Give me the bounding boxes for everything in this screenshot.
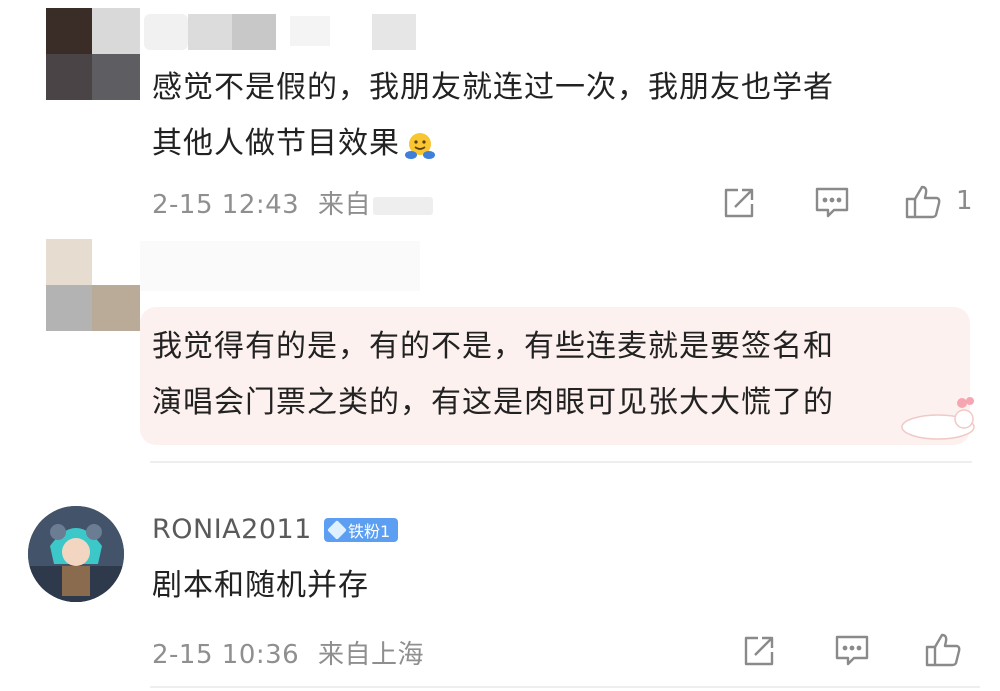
- comment-icon[interactable]: [834, 634, 870, 668]
- fan-badge: 铁粉1: [324, 518, 399, 542]
- bubble-decoration-cat: [894, 393, 980, 441]
- divider: [150, 686, 980, 688]
- username-blurred[interactable]: [140, 241, 420, 291]
- avatar[interactable]: [28, 506, 124, 602]
- comment-text-line-1: 感觉不是假的，我朋友就连过一次，我朋友也学者: [152, 70, 834, 105]
- timestamp: 2-15 10:36: [152, 640, 300, 670]
- comment-text-line-2: 其他人做节目效果: [152, 116, 436, 172]
- avatar[interactable]: [46, 8, 140, 100]
- share-icon[interactable]: [722, 186, 756, 220]
- hugging-face-emoji: [404, 125, 436, 159]
- source-label: 来自: [317, 190, 371, 220]
- avatar[interactable]: [46, 239, 140, 331]
- source-blurred: [372, 196, 433, 215]
- username[interactable]: RONIA2011: [152, 514, 312, 545]
- divider: [150, 461, 972, 463]
- comment-item-1: 感觉不是假的，我朋友就连过一次，我朋友也学者 其他人做节目效果 2-15 12:…: [0, 0, 1000, 235]
- like-count: 1: [956, 186, 973, 216]
- comment-text: 剧本和随机并存: [152, 568, 369, 603]
- thumbs-up-icon[interactable]: [924, 632, 962, 668]
- username-blurred[interactable]: [140, 10, 420, 52]
- timestamp: 2-15 12:43: [152, 190, 300, 220]
- comment-text-line-2: 演唱会门票之类的，有这是肉眼可见张大大慌了的: [152, 385, 834, 420]
- badge-label: 铁粉1: [348, 522, 391, 541]
- comment-icon[interactable]: [814, 186, 850, 220]
- source-label: 来自上海: [317, 640, 424, 670]
- comment-text-line-1: 我觉得有的是，有的不是，有些连麦就是要签名和: [152, 329, 834, 364]
- comment-item-3: RONIA2011 铁粉1 剧本和随机并存 2-15 10:36 来自上海: [0, 480, 1000, 691]
- comment-item-2: 我觉得有的是，有的不是，有些连麦就是要签名和 演唱会门票之类的，有这是肉眼可见张…: [0, 235, 1000, 475]
- share-icon[interactable]: [742, 634, 776, 668]
- diamond-icon: [327, 520, 347, 540]
- comment-meta: 2-15 10:36 来自上海: [152, 634, 424, 671]
- thumbs-up-icon[interactable]: [904, 184, 942, 220]
- comment-meta: 2-15 12:43 来自: [152, 184, 433, 221]
